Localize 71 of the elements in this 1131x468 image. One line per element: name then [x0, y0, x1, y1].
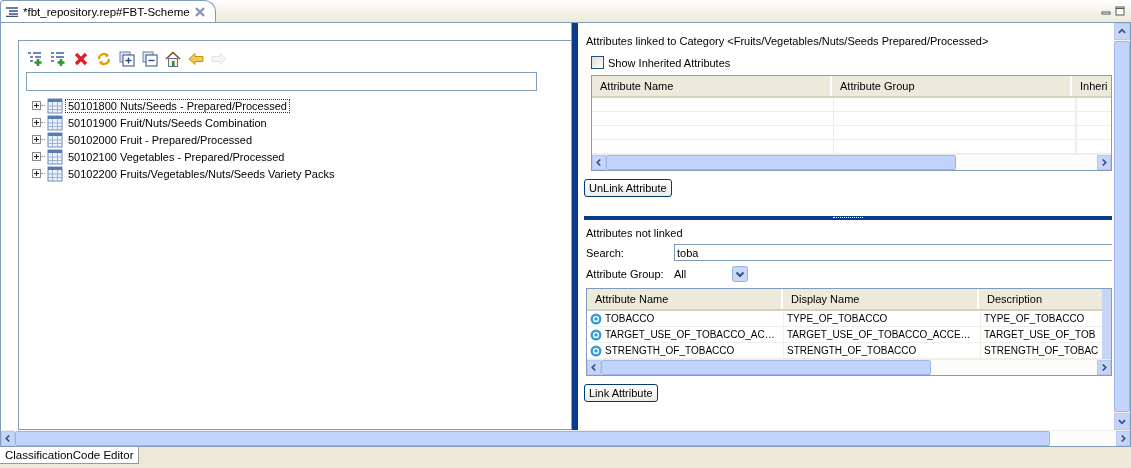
add-child-icon[interactable]: [27, 51, 44, 67]
scroll-right-icon[interactable]: [1097, 360, 1111, 375]
expand-toggle-icon[interactable]: [32, 169, 41, 178]
table-cell: TARGET_USE_OF_TOBACCO_ACCE…: [787, 329, 971, 340]
home-icon[interactable]: [165, 51, 182, 67]
table-cell: TYPE_OF_TOBACCO: [787, 313, 888, 324]
table-cell: TARGET_USE_OF_TOBACCO_AC…: [605, 329, 775, 340]
horizontal-scrollbar[interactable]: [592, 154, 1111, 170]
caret-icon: [732, 266, 749, 282]
show-inherited-checkbox[interactable]: Show Inherited Attributes: [591, 56, 1112, 69]
column-header[interactable]: Display Name: [783, 289, 979, 309]
delete-icon[interactable]: [73, 51, 90, 67]
attribute-group-dropdown[interactable]: All: [674, 266, 749, 282]
table-icon: [47, 114, 63, 131]
column-header[interactable]: Attribute Group: [832, 76, 1072, 96]
scroll-right-icon[interactable]: [1097, 155, 1111, 170]
unlink-attribute-button[interactable]: UnLink Attribute: [584, 179, 672, 197]
table-cell: STRENGTH_OF_TOBAC: [984, 345, 1099, 356]
table-cell: TYPE_OF_TOBACCO: [984, 313, 1085, 324]
expand-toggle-icon[interactable]: [32, 101, 41, 110]
column-header[interactable]: Attribute Name: [592, 76, 832, 96]
section-title: Attributes not linked: [585, 227, 684, 239]
search-field[interactable]: toba: [674, 244, 1112, 261]
close-icon[interactable]: [194, 6, 205, 17]
splitter[interactable]: [571, 23, 578, 430]
table-cell: STRENGTH_OF_TOBACCO: [605, 345, 735, 356]
tree-item[interactable]: 50102000 Fruit - Prepared/Processed: [65, 132, 256, 147]
expand-icon[interactable]: [119, 51, 136, 67]
scroll-left-icon[interactable]: [592, 155, 606, 170]
search-label: Search:: [586, 246, 625, 259]
vertical-scrollbar[interactable]: [1114, 23, 1130, 430]
horizontal-scrollbar[interactable]: [1, 430, 1130, 446]
tree-item[interactable]: 50102100 Vegetables - Prepared/Processed: [65, 149, 288, 164]
table-icon: [47, 131, 63, 148]
expand-toggle-icon[interactable]: [32, 118, 41, 127]
attribute-group-label: Attribute Group:: [586, 268, 665, 280]
scroll-left-icon[interactable]: [1, 431, 15, 446]
menu-icon: [6, 6, 18, 17]
table-icon: [47, 165, 63, 182]
add-sibling-icon[interactable]: [50, 51, 67, 67]
tree-item[interactable]: 50102200 Fruits/Vegetables/Nuts/Seeds Variety Packs: [65, 166, 338, 181]
tree-item[interactable]: 50101900 Fruit/Nuts/Seeds Combination: [65, 115, 270, 130]
scroll-up-icon[interactable]: [1114, 23, 1130, 40]
back-icon[interactable]: [188, 51, 205, 67]
horizontal-scrollbar[interactable]: [587, 359, 1111, 375]
filter-field[interactable]: [26, 72, 537, 91]
scroll-left-icon[interactable]: [587, 360, 601, 375]
section-title: Attributes linked to Category <Fruits/Vegetables/Nuts/Seeds Prepared/Processed>: [585, 35, 990, 47]
collapse-icon[interactable]: [142, 51, 159, 67]
link-attribute-button[interactable]: Link Attribute: [584, 384, 658, 402]
expand-toggle-icon[interactable]: [32, 135, 41, 144]
column-header[interactable]: Description: [979, 289, 1102, 309]
editor-tab[interactable]: *fbt_repository.rep#FBT-Scheme: [0, 0, 216, 22]
maximize-icon[interactable]: [1115, 6, 1125, 16]
scroll-down-icon[interactable]: [1114, 413, 1130, 430]
column-header[interactable]: Attribute Name: [587, 289, 783, 309]
scroll-right-icon[interactable]: [1116, 431, 1130, 446]
attribute-icon: [590, 344, 602, 357]
attribute-icon: [590, 312, 602, 325]
vertical-scrollbar[interactable]: [1102, 289, 1111, 359]
editor-tab-title: *fbt_repository.rep#FBT-Scheme: [23, 5, 190, 18]
editor-tab[interactable]: ClassificationCode Editor: [0, 447, 140, 464]
table-cell: STRENGTH_OF_TOBACCO: [787, 345, 917, 356]
table-cell: TOBACCO: [605, 313, 655, 324]
attribute-icon: [590, 328, 602, 341]
column-header[interactable]: Inheri: [1072, 76, 1111, 96]
expand-toggle-icon[interactable]: [32, 152, 41, 161]
table-icon: [47, 148, 63, 165]
table-cell: TARGET_USE_OF_TOB: [984, 329, 1096, 340]
tree-item[interactable]: 50101800 Nuts/Seeds - Prepared/Processed: [65, 98, 290, 113]
table-icon: [47, 97, 63, 114]
